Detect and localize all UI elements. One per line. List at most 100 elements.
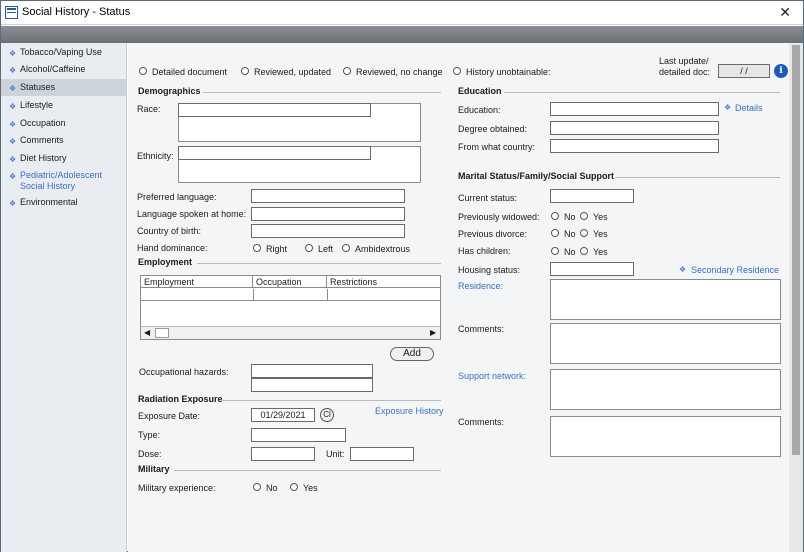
race-input[interactable]	[178, 103, 371, 117]
education-input[interactable]	[550, 102, 719, 116]
employment-grid[interactable]: Employment Occupation Restrictions ◀ ▶	[140, 275, 441, 340]
column-employment[interactable]: Employment	[141, 276, 253, 288]
exposure-date-label: Exposure Date:	[138, 411, 201, 421]
country-birth-input[interactable]	[251, 224, 405, 238]
from-country-input[interactable]	[550, 139, 719, 153]
radio-detailed-document[interactable]	[139, 67, 147, 75]
sidebar-item-environmental[interactable]: ❖ Environmental	[1, 197, 126, 208]
radio-divorce-yes[interactable]	[580, 229, 588, 237]
social-history-window: Social History - Status ✕ ❖ Tobacco/Vapin…	[0, 0, 804, 552]
window-title: Social History - Status	[22, 6, 131, 18]
radio-military-yes[interactable]	[290, 483, 298, 491]
option-detailed-document-label: Detailed document	[152, 67, 228, 77]
scroll-thumb[interactable]	[155, 328, 169, 338]
vertical-scrollbar[interactable]	[789, 43, 803, 552]
race-label: Race:	[137, 104, 161, 114]
divorce-no-label: No	[564, 229, 576, 239]
support-network-link[interactable]: Support network:	[458, 371, 526, 381]
last-update-label-2: detailed doc:	[659, 67, 711, 77]
degree-obtained-input[interactable]	[550, 121, 719, 135]
support-comments-textarea[interactable]	[550, 416, 781, 457]
sidebar-item-comments[interactable]: ❖ Comments	[1, 135, 126, 146]
occupational-hazards-input-1[interactable]	[251, 364, 373, 378]
diamond-icon: ❖	[9, 120, 17, 129]
sidebar-item-occupation[interactable]: ❖ Occupation	[1, 118, 126, 129]
toolbar-strip	[1, 26, 803, 43]
clear-date-button[interactable]: Cl	[320, 408, 334, 422]
add-employment-button[interactable]: Add	[390, 347, 434, 361]
sidebar-item-alcohol[interactable]: ❖ Alcohol/Caffeine	[1, 64, 126, 75]
radio-reviewed-updated[interactable]	[241, 67, 249, 75]
exposure-date-input[interactable]: 01/29/2021	[251, 408, 315, 422]
type-input[interactable]	[251, 428, 346, 442]
scroll-right-arrow-icon[interactable]: ▶	[430, 328, 436, 337]
status-form: Detailed document Reviewed, updated Revi…	[128, 43, 789, 552]
language-home-label: Language spoken at home:	[137, 209, 247, 219]
info-icon[interactable]: i	[774, 64, 788, 78]
sidebar-item-diet-history[interactable]: ❖ Diet History	[1, 153, 126, 164]
hand-ambidextrous-label: Ambidextrous	[355, 244, 411, 254]
preferred-language-label: Preferred language:	[137, 192, 217, 202]
close-icon[interactable]: ✕	[779, 4, 791, 21]
current-status-label: Current status:	[458, 193, 518, 203]
ethnicity-label: Ethnicity:	[137, 151, 174, 161]
preferred-language-input[interactable]	[251, 189, 405, 203]
table-row[interactable]	[141, 289, 440, 301]
option-reviewed-no-change-label: Reviewed, no change	[356, 67, 443, 77]
radio-hand-ambidextrous[interactable]	[342, 244, 350, 252]
dose-input[interactable]	[251, 447, 315, 461]
military-yes-label: Yes	[303, 483, 318, 493]
radio-hand-left[interactable]	[305, 244, 313, 252]
education-divider	[504, 92, 780, 93]
education-details-link[interactable]: Details	[735, 103, 763, 113]
column-divider	[327, 289, 328, 301]
residence-textarea[interactable]	[550, 279, 781, 320]
radio-widowed-yes[interactable]	[580, 212, 588, 220]
support-network-textarea[interactable]	[550, 369, 781, 410]
marital-header: Marital Status/Family/Social Support	[458, 171, 615, 181]
diamond-icon: ❖	[9, 49, 17, 58]
type-label: Type:	[138, 430, 161, 440]
radio-hand-right[interactable]	[253, 244, 261, 252]
diamond-icon: ❖	[9, 102, 17, 111]
sidebar-item-lifestyle[interactable]: ❖ Lifestyle	[1, 100, 126, 111]
sidebar-item-tobacco[interactable]: ❖ Tobacco/Vaping Use	[1, 47, 126, 58]
employment-divider	[197, 263, 441, 264]
radio-reviewed-no-change[interactable]	[343, 67, 351, 75]
country-birth-label: Country of birth:	[137, 226, 202, 236]
column-restrictions[interactable]: Restrictions	[327, 276, 440, 288]
scroll-thumb[interactable]	[792, 45, 800, 455]
sidebar: ❖ Tobacco/Vaping Use ❖ Alcohol/Caffeine ❖ S…	[1, 43, 127, 552]
secondary-residence-link[interactable]: Secondary Residence	[691, 265, 779, 275]
radiation-divider	[222, 400, 441, 401]
column-occupation[interactable]: Occupation	[253, 276, 327, 288]
widowed-yes-label: Yes	[593, 212, 608, 222]
radio-widowed-no[interactable]	[551, 212, 559, 220]
hand-dominance-label: Hand dominance:	[137, 243, 208, 253]
residence-link[interactable]: Residence:	[458, 281, 503, 291]
radio-children-yes[interactable]	[580, 247, 588, 255]
occupational-hazards-input-2[interactable]	[251, 378, 373, 392]
radio-divorce-no[interactable]	[551, 229, 559, 237]
hand-left-label: Left	[318, 244, 334, 254]
radio-history-unobtainable[interactable]	[453, 67, 461, 75]
diamond-icon: ❖	[9, 199, 17, 208]
current-status-input[interactable]	[550, 189, 634, 203]
ethnicity-input[interactable]	[178, 146, 371, 160]
unit-input[interactable]	[350, 447, 414, 461]
employment-horizontal-scrollbar[interactable]: ◀ ▶	[141, 326, 440, 339]
sidebar-item-pediatric[interactable]: ❖ Pediatric/Adolescent Social History	[1, 170, 111, 192]
previously-widowed-label: Previously widowed:	[458, 212, 540, 222]
language-home-input[interactable]	[251, 207, 405, 221]
radio-children-no[interactable]	[551, 247, 559, 255]
marital-comments-textarea[interactable]	[550, 323, 781, 364]
exposure-history-link[interactable]: Exposure History	[375, 406, 444, 416]
scroll-left-arrow-icon[interactable]: ◀	[144, 328, 150, 337]
radio-military-no[interactable]	[253, 483, 261, 491]
military-divider	[174, 470, 441, 471]
military-no-label: No	[266, 483, 278, 493]
sidebar-item-statuses[interactable]: ❖ Statuses	[1, 79, 126, 96]
housing-status-input[interactable]	[550, 262, 634, 276]
diamond-icon: ❖	[9, 84, 17, 93]
option-reviewed-updated-label: Reviewed, updated	[254, 67, 332, 77]
